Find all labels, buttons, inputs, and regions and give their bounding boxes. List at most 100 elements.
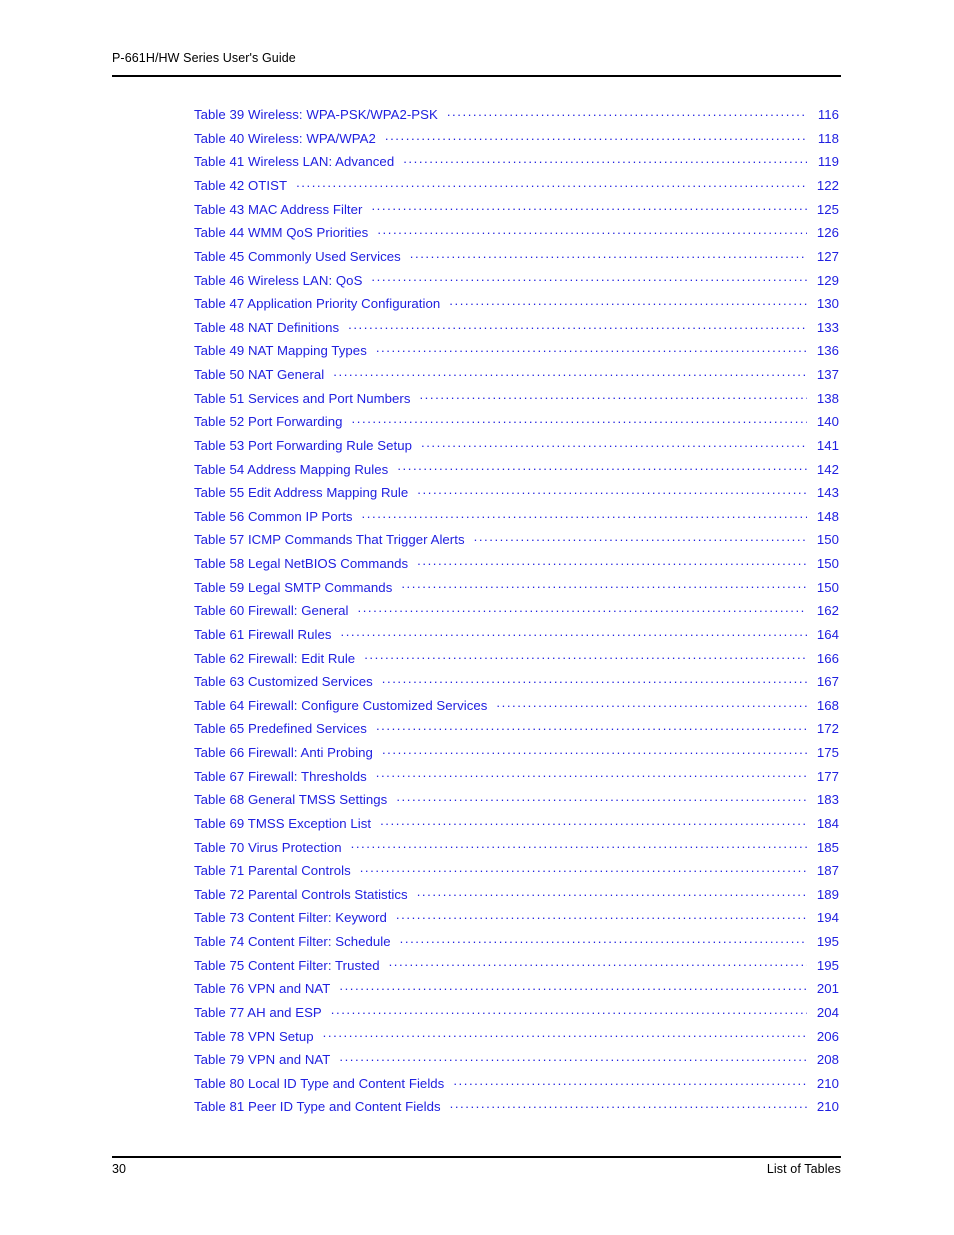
toc-entry[interactable]: Table 57 ICMP Commands That Trigger Aler… (194, 531, 839, 555)
toc-entry[interactable]: Table 81 Peer ID Type and Content Fields… (194, 1098, 839, 1122)
toc-entry[interactable]: Table 58 Legal NetBIOS Commands 150 (194, 555, 839, 579)
toc-entry[interactable]: Table 42 OTIST 122 (194, 177, 839, 201)
toc-dot-leader (323, 1027, 807, 1040)
toc-entry[interactable]: Table 49 NAT Mapping Types 136 (194, 342, 839, 366)
toc-entry-label: Table 76 VPN and NAT (194, 981, 331, 997)
toc-entry[interactable]: Table 68 General TMSS Settings 183 (194, 791, 839, 815)
toc-entry-page-number: 195 (816, 934, 839, 950)
toc-entry-page-number: 167 (816, 674, 839, 690)
toc-entry-label: Table 61 Firewall Rules (194, 626, 332, 642)
toc-dot-leader (331, 1004, 807, 1017)
toc-entry[interactable]: Table 43 MAC Address Filter 125 (194, 201, 839, 225)
toc-dot-leader (449, 295, 807, 308)
toc-dot-leader (340, 626, 807, 639)
toc-entry[interactable]: Table 51 Services and Port Numbers 138 (194, 390, 839, 414)
toc-entry-page-number: 130 (816, 296, 839, 312)
toc-entry[interactable]: Table 65 Predefined Services 172 (194, 720, 839, 744)
toc-entry-page-number: 208 (816, 1052, 839, 1068)
toc-entry[interactable]: Table 50 NAT General 137 (194, 366, 839, 390)
toc-entry[interactable]: Table 53 Port Forwarding Rule Setup 141 (194, 437, 839, 461)
toc-entry-label: Table 58 Legal NetBIOS Commands (194, 556, 409, 572)
toc-entry-page-number: 118 (817, 130, 839, 146)
toc-entry[interactable]: Table 75 Content Filter: Trusted 195 (194, 957, 839, 981)
toc-entry[interactable]: Table 46 Wireless LAN: QoS 129 (194, 271, 839, 295)
toc-entry-label: Table 56 Common IP Ports (194, 508, 353, 524)
toc-entry-page-number: 185 (816, 839, 839, 855)
toc-entry-page-number: 206 (816, 1028, 839, 1044)
toc-entry-page-number: 164 (816, 626, 839, 642)
toc-entry-label: Table 63 Customized Services (194, 674, 373, 690)
toc-entry[interactable]: Table 40 Wireless: WPA/WPA2 118 (194, 130, 839, 154)
toc-entry[interactable]: Table 71 Parental Controls 187 (194, 862, 839, 886)
toc-entry-label: Table 41 Wireless LAN: Advanced (194, 154, 395, 170)
toc-entry-label: Table 60 Firewall: General (194, 603, 349, 619)
toc-dot-leader (410, 248, 807, 261)
toc-entry[interactable]: Table 67 Firewall: Thresholds 177 (194, 768, 839, 792)
toc-dot-leader (351, 838, 807, 851)
toc-dot-leader (396, 909, 807, 922)
toc-entry-page-number: 138 (816, 390, 839, 406)
toc-entry-label: Table 57 ICMP Commands That Trigger Aler… (194, 532, 465, 548)
toc-entry[interactable]: Table 54 Address Mapping Rules 142 (194, 460, 839, 484)
toc-entry[interactable]: Table 48 NAT Definitions 133 (194, 319, 839, 343)
toc-entry-label: Table 40 Wireless: WPA/WPA2 (194, 130, 376, 146)
toc-entry[interactable]: Table 45 Commonly Used Services 127 (194, 248, 839, 272)
toc-dot-leader (382, 673, 807, 686)
toc-entry[interactable]: Table 59 Legal SMTP Commands 150 (194, 579, 839, 603)
toc-entry[interactable]: Table 63 Customized Services 167 (194, 673, 839, 697)
toc-dot-leader (396, 791, 807, 804)
toc-dot-leader (397, 460, 807, 473)
toc-dot-leader (496, 697, 807, 710)
toc-entry[interactable]: Table 69 TMSS Exception List 184 (194, 815, 839, 839)
toc-dot-leader (371, 271, 807, 284)
toc-entry-label: Table 50 NAT General (194, 367, 325, 383)
toc-entry[interactable]: Table 61 Firewall Rules 164 (194, 626, 839, 650)
toc-entry[interactable]: Table 62 Firewall: Edit Rule 166 (194, 649, 839, 673)
toc-entry[interactable]: Table 56 Common IP Ports 148 (194, 508, 839, 532)
toc-entry[interactable]: Table 77 AH and ESP 204 (194, 1004, 839, 1028)
toc-entry-label: Table 55 Edit Address Mapping Rule (194, 485, 409, 501)
toc-dot-leader (421, 437, 807, 450)
toc-entry-label: Table 47 Application Priority Configurat… (194, 296, 441, 312)
footer-divider (112, 1156, 841, 1158)
toc-entry[interactable]: Table 66 Firewall: Anti Probing 175 (194, 744, 839, 768)
toc-entry-label: Table 49 NAT Mapping Types (194, 343, 367, 359)
toc-dot-leader (364, 649, 807, 662)
toc-entry-label: Table 79 VPN and NAT (194, 1052, 331, 1068)
toc-entry[interactable]: Table 64 Firewall: Configure Customized … (194, 697, 839, 721)
toc-entry-label: Table 75 Content Filter: Trusted (194, 957, 380, 973)
toc-entry[interactable]: Table 47 Application Priority Configurat… (194, 295, 839, 319)
toc-entry[interactable]: Table 41 Wireless LAN: Advanced 119 (194, 153, 839, 177)
toc-entry[interactable]: Table 79 VPN and NAT 208 (194, 1051, 839, 1075)
toc-dot-leader (382, 744, 807, 757)
toc-entry[interactable]: Table 73 Content Filter: Keyword 194 (194, 909, 839, 933)
toc-entry-label: Table 45 Commonly Used Services (194, 248, 401, 264)
toc-entry-label: Table 43 MAC Address Filter (194, 201, 363, 217)
toc-entry[interactable]: Table 74 Content Filter: Schedule 195 (194, 933, 839, 957)
toc-dot-leader (453, 1075, 807, 1088)
toc-entry-label: Table 78 VPN Setup (194, 1028, 314, 1044)
toc-dot-leader (358, 602, 808, 615)
toc-entry-label: Table 42 OTIST (194, 178, 288, 194)
toc-entry-page-number: 210 (816, 1075, 839, 1091)
toc-entry[interactable]: Table 80 Local ID Type and Content Field… (194, 1075, 839, 1099)
toc-entry[interactable]: Table 60 Firewall: General 162 (194, 602, 839, 626)
toc-entry[interactable]: Table 70 Virus Protection 185 (194, 838, 839, 862)
toc-entry[interactable]: Table 72 Parental Controls Statistics 189 (194, 886, 839, 910)
toc-entry-page-number: 148 (816, 508, 839, 524)
toc-dot-leader (362, 508, 807, 521)
toc-entry-label: Table 68 General TMSS Settings (194, 792, 388, 808)
toc-entry[interactable]: Table 78 VPN Setup 206 (194, 1027, 839, 1051)
toc-entry[interactable]: Table 39 Wireless: WPA-PSK/WPA2-PSK 116 (194, 106, 839, 130)
toc-dot-leader (403, 153, 807, 166)
toc-entry[interactable]: Table 52 Port Forwarding 140 (194, 413, 839, 437)
toc-entry[interactable]: Table 76 VPN and NAT 201 (194, 980, 839, 1004)
toc-entry-label: Table 69 TMSS Exception List (194, 815, 372, 831)
toc-entry-page-number: 187 (816, 863, 839, 879)
toc-entry-page-number: 183 (816, 792, 839, 808)
header-divider (112, 75, 841, 77)
toc-entry[interactable]: Table 55 Edit Address Mapping Rule 143 (194, 484, 839, 508)
toc-entry-page-number: 150 (816, 556, 839, 572)
toc-entry[interactable]: Table 44 WMM QoS Priorities 126 (194, 224, 839, 248)
toc-entry-label: Table 74 Content Filter: Schedule (194, 934, 391, 950)
